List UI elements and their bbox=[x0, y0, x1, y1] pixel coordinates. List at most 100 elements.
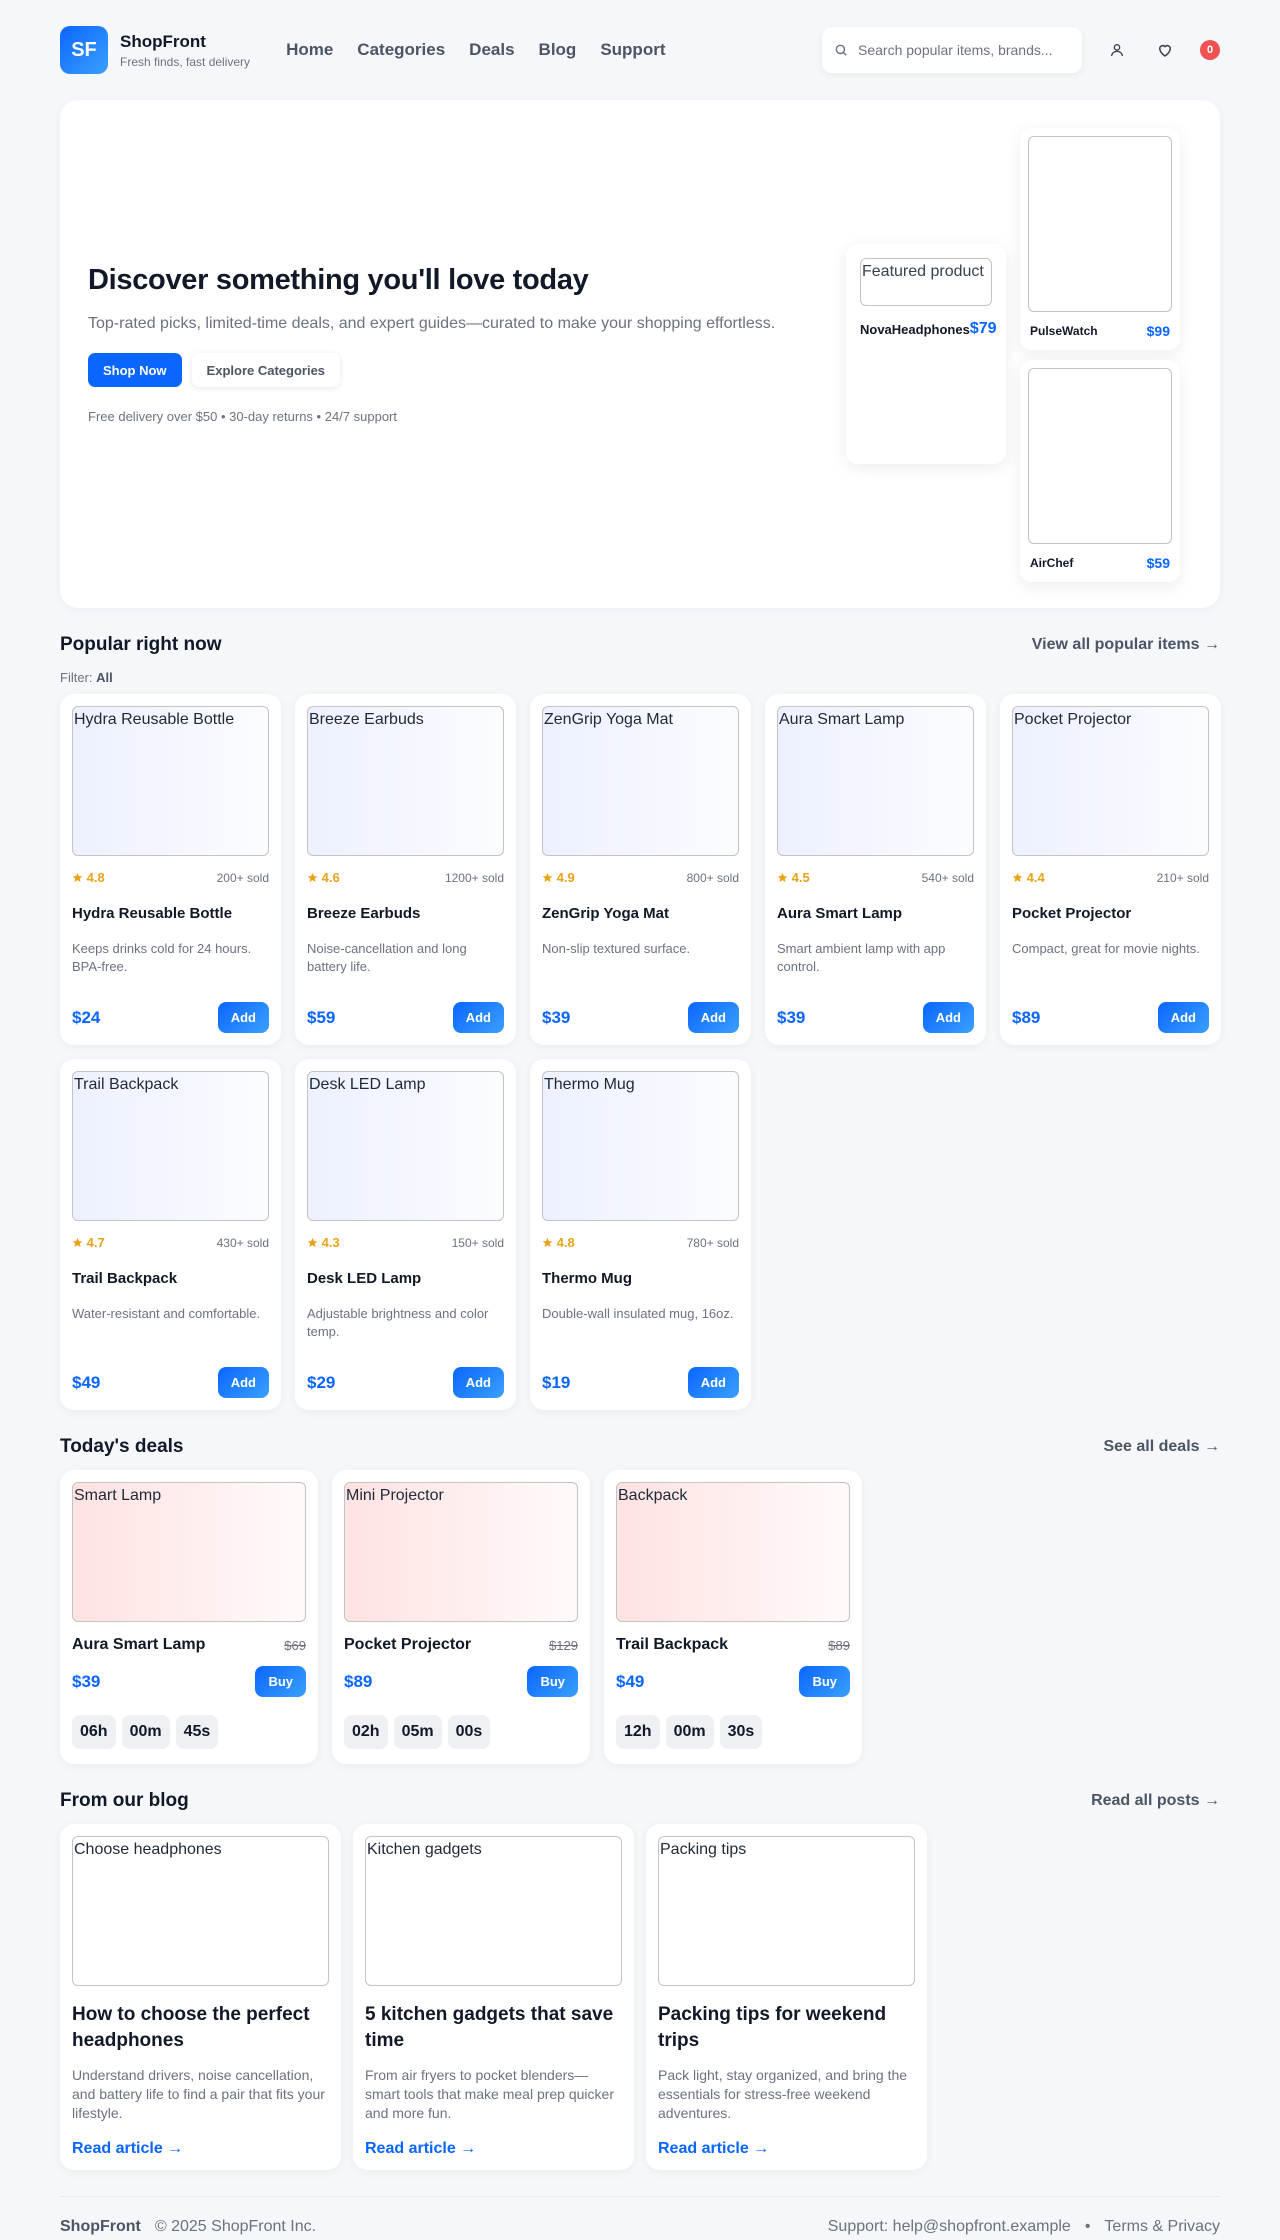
blog-header: From our blog Read all posts → bbox=[60, 1790, 1220, 1812]
blog-card[interactable]: Packing tips Packing tips for weekend tr… bbox=[646, 1824, 927, 2170]
deal-card[interactable]: Smart Lamp Aura Smart Lamp $69 $39 Buy 0… bbox=[60, 1470, 318, 1764]
product-card[interactable]: Thermo Mug 4.8 780+ sold Thermo Mug Doub… bbox=[530, 1059, 751, 1410]
read-all-posts-link[interactable]: Read all posts → bbox=[1091, 1792, 1220, 1810]
nav-deals[interactable]: Deals bbox=[469, 40, 514, 60]
footer-brand: ShopFront bbox=[60, 2217, 141, 2235]
deal-name[interactable]: Pocket Projector bbox=[344, 1636, 471, 1654]
support-email-link[interactable]: Support: help@shopfront.example bbox=[828, 2218, 1071, 2236]
product-name[interactable]: Thermo Mug bbox=[542, 1270, 739, 1287]
add-to-cart-button[interactable]: Add bbox=[687, 1367, 739, 1398]
side-product-card[interactable]: PulseWatch $99 bbox=[1020, 128, 1180, 350]
read-article-link[interactable]: Read article → bbox=[658, 2140, 769, 2158]
nav-support[interactable]: Support bbox=[600, 40, 665, 60]
add-to-cart-button[interactable]: Add bbox=[687, 1002, 739, 1033]
search-box[interactable] bbox=[822, 27, 1082, 73]
add-to-cart-button[interactable]: Add bbox=[1157, 1002, 1209, 1033]
add-to-cart-button[interactable]: Add bbox=[452, 1002, 504, 1033]
search-input[interactable] bbox=[858, 42, 1058, 58]
product-rating: 4.9 bbox=[542, 870, 575, 885]
countdown-segment: 12h bbox=[616, 1715, 660, 1749]
product-card[interactable]: Aura Smart Lamp 4.5 540+ sold Aura Smart… bbox=[765, 694, 986, 1045]
product-name[interactable]: Trail Backpack bbox=[72, 1270, 269, 1287]
user-icon bbox=[1111, 44, 1123, 57]
product-rating-value: 4.8 bbox=[556, 1235, 575, 1250]
product-card[interactable]: Desk LED Lamp 4.3 150+ sold Desk LED Lam… bbox=[295, 1059, 516, 1410]
blog-title[interactable]: 5 kitchen gadgets that save time bbox=[365, 2002, 622, 2054]
blog-card[interactable]: Choose headphones How to choose the perf… bbox=[60, 1824, 341, 2170]
side-product-price: $99 bbox=[1146, 323, 1170, 339]
side-product-image bbox=[1028, 136, 1172, 312]
blog-card[interactable]: Kitchen gadgets 5 kitchen gadgets that s… bbox=[353, 1824, 634, 2170]
brand-name[interactable]: ShopFront bbox=[120, 32, 250, 52]
product-card[interactable]: Breeze Earbuds 4.6 1200+ sold Breeze Ear… bbox=[295, 694, 516, 1045]
product-meta: 4.8 780+ sold bbox=[542, 1235, 739, 1250]
product-rating: 4.5 bbox=[777, 870, 810, 885]
account-button[interactable] bbox=[1104, 37, 1130, 63]
blog-excerpt: Pack light, stay organized, and bring th… bbox=[658, 2067, 908, 2121]
product-name[interactable]: Desk LED Lamp bbox=[307, 1270, 504, 1287]
see-all-deals-link[interactable]: See all deals → bbox=[1103, 1438, 1220, 1456]
page: SF ShopFront Fresh finds, fast delivery … bbox=[0, 0, 1280, 2240]
product-rating: 4.4 bbox=[1012, 870, 1045, 885]
nav-home[interactable]: Home bbox=[286, 40, 333, 60]
product-card[interactable]: Pocket Projector 4.4 210+ sold Pocket Pr… bbox=[1000, 694, 1221, 1045]
heart-icon bbox=[1158, 44, 1172, 57]
product-footer: $39 Add bbox=[777, 1002, 974, 1033]
filter-value[interactable]: All bbox=[96, 670, 113, 685]
terms-privacy-link[interactable]: Terms & Privacy bbox=[1104, 2218, 1220, 2236]
read-article-link[interactable]: Read article → bbox=[72, 2140, 183, 2158]
shop-now-button[interactable]: Shop Now bbox=[88, 353, 182, 387]
product-name[interactable]: Pocket Projector bbox=[1012, 905, 1209, 922]
featured-product-image: Featured product bbox=[860, 258, 992, 306]
view-all-popular-link[interactable]: View all popular items → bbox=[1032, 636, 1220, 654]
wishlist-button[interactable] bbox=[1152, 37, 1178, 63]
side-product-card[interactable]: AirChef $59 bbox=[1020, 360, 1180, 582]
nav-categories[interactable]: Categories bbox=[357, 40, 445, 60]
deals-section: Today's deals See all deals → Smart Lamp… bbox=[60, 1436, 1220, 1764]
product-image: Pocket Projector bbox=[1012, 706, 1209, 856]
product-name[interactable]: Breeze Earbuds bbox=[307, 905, 504, 922]
product-sold-count: 780+ sold bbox=[686, 1235, 739, 1250]
product-price: $39 bbox=[542, 1007, 571, 1027]
product-name[interactable]: Aura Smart Lamp bbox=[777, 905, 974, 922]
popular-title: Popular right now bbox=[60, 634, 222, 655]
product-card[interactable]: Trail Backpack 4.7 430+ sold Trail Backp… bbox=[60, 1059, 281, 1410]
read-article-link[interactable]: Read article → bbox=[365, 2140, 476, 2158]
add-to-cart-button[interactable]: Add bbox=[922, 1002, 974, 1033]
product-name[interactable]: Hydra Reusable Bottle bbox=[72, 905, 269, 922]
nav-blog[interactable]: Blog bbox=[539, 40, 577, 60]
blog-title[interactable]: How to choose the perfect headphones bbox=[72, 2002, 329, 2054]
deal-name[interactable]: Trail Backpack bbox=[616, 1636, 728, 1654]
blog-title[interactable]: Packing tips for weekend trips bbox=[658, 2002, 915, 2054]
add-to-cart-button[interactable]: Add bbox=[217, 1367, 269, 1398]
blog-title: From our blog bbox=[60, 1790, 189, 1811]
side-product-row: PulseWatch $99 bbox=[1028, 323, 1172, 339]
buy-button[interactable]: Buy bbox=[255, 1666, 306, 1697]
product-meta: 4.3 150+ sold bbox=[307, 1235, 504, 1250]
deal-card[interactable]: Mini Projector Pocket Projector $129 $89… bbox=[332, 1470, 590, 1764]
buy-button[interactable]: Buy bbox=[527, 1666, 578, 1697]
brand-block: ShopFront Fresh finds, fast delivery bbox=[120, 32, 250, 69]
deal-card[interactable]: Backpack Trail Backpack $89 $49 Buy 12h 0… bbox=[604, 1470, 862, 1764]
product-card[interactable]: ZenGrip Yoga Mat 4.9 800+ sold ZenGrip Y… bbox=[530, 694, 751, 1045]
side-product-price: $59 bbox=[1146, 555, 1170, 571]
logo[interactable]: SF bbox=[60, 26, 108, 74]
deals-title: Today's deals bbox=[60, 1436, 184, 1457]
deal-name[interactable]: Aura Smart Lamp bbox=[72, 1636, 205, 1654]
buy-button[interactable]: Buy bbox=[799, 1666, 850, 1697]
deal-title-row: Trail Backpack $89 bbox=[616, 1636, 850, 1654]
add-to-cart-button[interactable]: Add bbox=[452, 1367, 504, 1398]
explore-categories-button[interactable]: Explore Categories bbox=[191, 353, 341, 387]
footer-separator: • bbox=[1084, 2217, 1091, 2235]
product-rating: 4.3 bbox=[307, 1235, 340, 1250]
page-container: SF ShopFront Fresh finds, fast delivery … bbox=[60, 0, 1221, 2240]
product-footer: $49 Add bbox=[72, 1367, 269, 1398]
star-icon bbox=[542, 872, 553, 882]
cart-count-badge[interactable]: 0 bbox=[1200, 40, 1220, 60]
product-card[interactable]: Hydra Reusable Bottle 4.8 200+ sold Hydr… bbox=[60, 694, 281, 1045]
product-name[interactable]: ZenGrip Yoga Mat bbox=[542, 905, 739, 922]
product-price: $59 bbox=[307, 1007, 336, 1027]
add-to-cart-button[interactable]: Add bbox=[217, 1002, 269, 1033]
countdown-segment: 00m bbox=[665, 1715, 714, 1749]
featured-product-card[interactable]: Featured product NovaHeadphones $79 bbox=[846, 244, 1006, 464]
